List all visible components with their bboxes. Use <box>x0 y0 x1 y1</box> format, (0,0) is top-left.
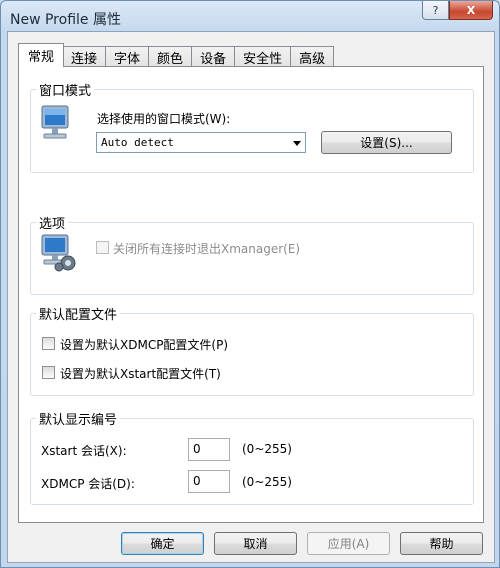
tab-security[interactable]: 安全性 <box>235 46 292 67</box>
xstart-session-value: 0 <box>193 442 201 456</box>
default-xdmcp-label: 设置为默认XDMCP配置文件(P) <box>60 338 229 352</box>
window-mode-title: 窗口模式 <box>36 80 95 99</box>
window-mode-prompt: 选择使用的窗口模式(W): <box>97 112 231 126</box>
display-number-group: 默认显示编号 Xstart 会话(X): 0 (0~255) XDMCP 会话(… <box>30 409 474 505</box>
monitor-settings-icon <box>41 234 76 272</box>
tab-strip: 常规 连接 字体 颜色 设备 安全性 高级 <box>18 43 335 67</box>
xstart-session-input[interactable]: 0 <box>188 438 230 461</box>
tab-general[interactable]: 常规 <box>18 43 65 67</box>
help-button[interactable]: 帮助 <box>400 532 483 555</box>
exit-on-close-checkbox[interactable] <box>96 241 109 254</box>
dialog-client-area: 常规 连接 字体 颜色 设备 安全性 高级 窗口模式 选择使用的窗口模式(W): <box>7 31 495 563</box>
general-tab-panel: 窗口模式 选择使用的窗口模式(W): Auto detect 设置(S)... … <box>18 66 484 523</box>
options-group: 选项 关闭所有连接时退出Xmanager(E) <box>30 213 474 295</box>
xstart-session-label: Xstart 会话(X): <box>41 444 127 458</box>
options-title: 选项 <box>36 213 69 232</box>
cancel-button[interactable]: 取消 <box>214 532 297 555</box>
tab-font[interactable]: 字体 <box>106 46 150 67</box>
exit-on-close-label: 关闭所有连接时退出Xmanager(E) <box>113 242 301 256</box>
settings-button[interactable]: 设置(S)... <box>321 131 452 154</box>
xdmcp-session-label: XDMCP 会话(D): <box>41 477 135 491</box>
window-title: New Profile 属性 <box>10 12 121 28</box>
close-icon: X <box>466 3 476 17</box>
tab-color[interactable]: 颜色 <box>149 46 193 67</box>
chevron-down-icon <box>293 141 301 146</box>
display-number-title: 默认显示编号 <box>36 409 121 428</box>
tab-advanced[interactable]: 高级 <box>291 46 335 67</box>
title-bar-buttons: ? X <box>422 1 493 20</box>
default-xstart-checkbox[interactable] <box>42 366 55 379</box>
xdmcp-session-value: 0 <box>193 474 201 488</box>
window-mode-select[interactable]: Auto detect <box>96 132 306 153</box>
window-mode-selected: Auto detect <box>101 136 174 149</box>
default-xdmcp-checkbox[interactable] <box>42 337 55 350</box>
xstart-range-hint: (0~255) <box>242 442 292 456</box>
close-button[interactable]: X <box>449 1 493 20</box>
xdmcp-range-hint: (0~255) <box>242 475 292 489</box>
default-config-title: 默认配置文件 <box>36 304 121 323</box>
tab-device[interactable]: 设备 <box>192 46 236 67</box>
xdmcp-session-input[interactable]: 0 <box>188 470 230 493</box>
window-mode-group: 窗口模式 选择使用的窗口模式(W): Auto detect 设置(S)... <box>30 80 474 173</box>
properties-dialog: New Profile 属性 ? X 常规 连接 字体 颜色 设备 安全性 高级… <box>0 0 500 568</box>
tab-connection[interactable]: 连接 <box>63 46 107 67</box>
monitor-icon <box>41 105 69 139</box>
default-config-group: 默认配置文件 设置为默认XDMCP配置文件(P) 设置为默认Xstart配置文件… <box>30 304 474 396</box>
question-icon: ? <box>432 3 439 17</box>
ok-button[interactable]: 确定 <box>121 532 204 555</box>
help-title-button[interactable]: ? <box>422 1 449 20</box>
apply-button[interactable]: 应用(A) <box>307 532 390 555</box>
default-xstart-label: 设置为默认Xstart配置文件(T) <box>60 367 221 381</box>
